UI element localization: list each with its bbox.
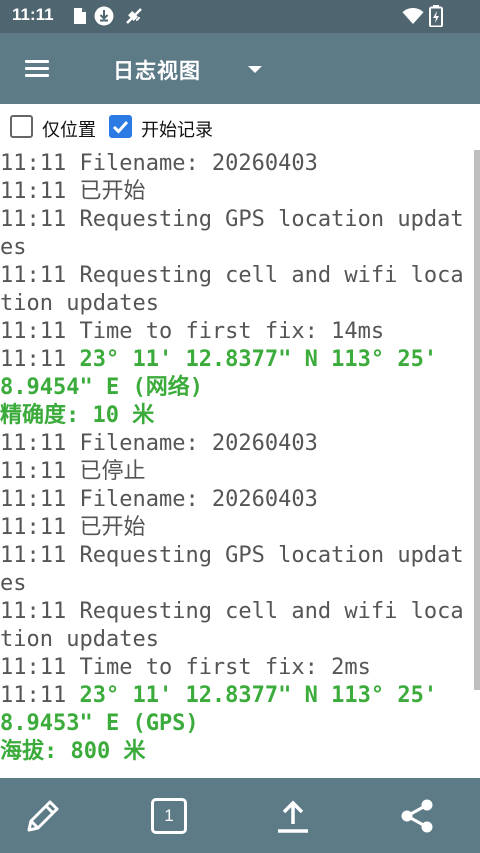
dropdown-caret-icon[interactable] [248,66,262,73]
counter-badge: 1 [151,798,187,834]
log-line: 11:11 Time to first fix: 2ms [0,655,371,680]
battery-charging-icon [429,5,443,27]
counter-button[interactable]: 1 [147,794,191,838]
document-icon [73,6,87,26]
share-icon[interactable] [395,794,439,838]
log-line: 11:11 Requesting cell and wifi location … [0,599,464,652]
log-line: 11:11 已停止 [0,459,146,484]
menu-icon[interactable] [22,57,52,81]
wifi-icon [402,6,424,26]
download-icon [94,6,114,26]
log-line: 11:11 已开始 [0,515,146,540]
upload-icon[interactable] [271,794,315,838]
app-toolbar: 日志视图 [0,33,480,104]
log-line: 11:11 Time to first fix: 14ms [0,319,385,344]
log-line-accuracy: 精确度: 10 米 [0,403,155,428]
log-line: 11:11 Requesting cell and wifi location … [0,263,464,316]
location-only-checkbox[interactable] [10,115,33,138]
log-line-altitude: 海拔: 800 米 [0,739,146,764]
log-line: 11:11 Filename: 20260403 [0,487,318,512]
status-time: 11:11 [12,5,54,24]
check-icon [112,120,129,134]
log-line: 11:11 Filename: 20260403 [0,431,318,456]
log-view[interactable]: 11:11 Filename: 20260403 11:11 已开始 11:11… [0,150,474,778]
log-line: 11:11 已开始 [0,179,146,204]
filter-row: 仅位置 开始记录 [0,108,480,146]
location-only-label[interactable]: 仅位置 [42,116,96,142]
log-line: 11:11 Filename: 20260403 [0,151,318,176]
log-line: 11:11 Requesting GPS location updates [0,207,464,260]
page-title[interactable]: 日志视图 [113,55,201,85]
pencil-icon[interactable] [21,794,65,838]
log-line-location: 11:11 23° 11' 12.8377" N 113° 25' 8.9454… [0,347,451,400]
status-bar: 11:11 [0,0,480,33]
log-scrollbar[interactable] [474,150,480,690]
log-line-location: 11:11 23° 11' 12.8377" N 113° 25' 8.9453… [0,683,451,736]
start-logging-checkbox[interactable] [109,115,132,138]
satellite-icon [124,6,144,26]
bottom-action-bar: 1 [0,778,480,853]
start-logging-label[interactable]: 开始记录 [141,116,213,142]
log-line: 11:11 Requesting GPS location updates [0,543,464,596]
